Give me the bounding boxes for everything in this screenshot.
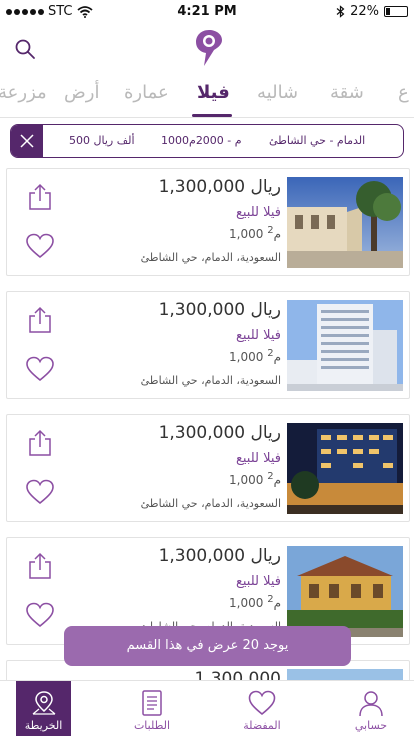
listing-card[interactable]: 1,300,000 ريال فيلا للبيع 1,000 م2 السعو…: [6, 414, 410, 522]
listing-price: 1,300,000 ريال: [158, 177, 281, 197]
bluetooth-icon: [336, 5, 345, 18]
nav-requests[interactable]: الطلبات: [112, 681, 192, 736]
share-icon[interactable]: [27, 306, 53, 334]
listing-area: 1,000 م2: [229, 225, 281, 241]
listing-location: السعودية، الدمام، حي الشاطئ: [140, 251, 281, 264]
share-icon[interactable]: [27, 183, 53, 211]
listing-area: 1,000 م2: [229, 594, 281, 610]
tab-farm[interactable]: مزرعة: [0, 82, 47, 103]
heart-icon[interactable]: [26, 356, 54, 382]
listing-card[interactable]: 1,300,000 ريال فيلا للبيع 1,000 م2 السعو…: [6, 168, 410, 276]
heart-icon[interactable]: [26, 233, 54, 259]
search-icon[interactable]: [14, 38, 36, 60]
listing-photo: [287, 177, 403, 268]
nav-account-label: حسابي: [354, 719, 388, 732]
listing-location: السعودية، الدمام، حي الشاطئ: [140, 497, 281, 510]
share-icon[interactable]: [27, 429, 53, 457]
nav-favorites-label: المفضلة: [243, 719, 281, 732]
document-icon: [142, 690, 162, 716]
tab-apartment[interactable]: شقة: [330, 82, 364, 103]
status-right: 22%: [336, 4, 408, 19]
listing-type: فيلا للبيع: [235, 451, 281, 466]
tab-chalet[interactable]: شاليه: [257, 82, 298, 103]
filter-price: 500 ألف ريال: [69, 134, 135, 147]
user-icon: [359, 691, 383, 717]
clear-filters-button[interactable]: [11, 125, 43, 157]
category-tabs: مزرعة أرض عمارة فيلا شاليه شقة ع: [0, 72, 414, 118]
bottom-nav: الخريطة الطلبات المفضلة حسابي: [0, 680, 414, 736]
listing-location: السعودية، الدمام، حي الشاطئ: [140, 374, 281, 387]
battery-percent: 22%: [350, 4, 379, 19]
nav-map-label: الخريطة: [24, 719, 63, 732]
listing-card[interactable]: 1,300,000 ريال فيلا للبيع 1,000 م2 السعو…: [6, 291, 410, 399]
tab-active-indicator: [192, 114, 232, 117]
heart-icon[interactable]: [26, 479, 54, 505]
tab-villa[interactable]: فيلا: [197, 82, 230, 103]
listing-type: فيلا للبيع: [235, 574, 281, 589]
results-count-toast: يوجد 20 عرض في هذا القسم: [64, 626, 351, 666]
listing-price: 1,300,000 ريال: [158, 300, 281, 320]
area-value: 1,000 م: [229, 473, 281, 487]
logo-icon: [196, 30, 222, 66]
listing-photo: [287, 423, 403, 514]
listing-type: فيلا للبيع: [235, 328, 281, 343]
nav-map[interactable]: الخريطة: [16, 681, 71, 736]
nav-account[interactable]: حسابي: [331, 681, 411, 736]
listing-area: 1,000 م2: [229, 471, 281, 487]
tab-land[interactable]: أرض: [64, 82, 99, 103]
area-value: 1,000 م: [229, 227, 281, 241]
share-icon[interactable]: [27, 552, 53, 580]
battery-icon: [384, 6, 408, 17]
area-value: 1,000 م: [229, 350, 281, 364]
listing-price: 1,300,000 ريال: [158, 423, 281, 443]
listing-type: فيلا للبيع: [235, 205, 281, 220]
close-icon: [20, 134, 34, 148]
tab-more[interactable]: ع: [398, 82, 409, 103]
status-bar: STC 4:21 PM 22%: [0, 0, 414, 22]
active-filters: 500 ألف ريال 1000م - 2000م الدمام - حي ا…: [10, 124, 404, 158]
filter-area: 1000م - 2000م: [161, 134, 242, 147]
nav-requests-label: الطلبات: [133, 719, 171, 732]
filter-location: الدمام - حي الشاطئ: [269, 134, 366, 147]
listing-photo: [287, 546, 403, 637]
listing-price: 1,300,000 ريال: [158, 546, 281, 566]
heart-icon: [248, 690, 276, 716]
listing-photo: [287, 300, 403, 391]
tab-building[interactable]: عمارة: [124, 82, 169, 103]
heart-icon[interactable]: [26, 602, 54, 628]
nav-favorites[interactable]: المفضلة: [222, 681, 302, 736]
map-pin-icon: [32, 691, 56, 715]
app-header: [0, 22, 414, 72]
area-value: 1,000 م: [229, 596, 281, 610]
listing-area: 1,000 م2: [229, 348, 281, 364]
